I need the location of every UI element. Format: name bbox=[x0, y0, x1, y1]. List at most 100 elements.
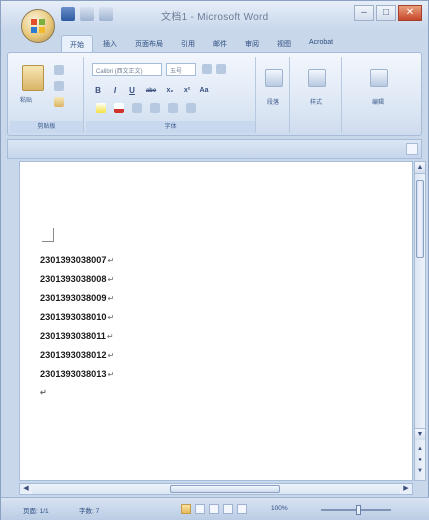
tab-view[interactable]: 视图 bbox=[269, 35, 299, 53]
strikethrough-button[interactable]: abe bbox=[143, 85, 159, 97]
minimize-button[interactable]: – bbox=[354, 5, 374, 21]
empty-paragraph-mark[interactable]: ↵ bbox=[40, 388, 114, 407]
document-text[interactable]: 2301393038007↵ 2301393038008↵ 2301393038… bbox=[40, 255, 114, 407]
document-page[interactable]: 2301393038007↵ 2301393038008↵ 2301393038… bbox=[19, 161, 413, 481]
highlight-icon[interactable] bbox=[96, 103, 106, 113]
font-group: Calibri (西文正文) 五号 B I U abe x₂ x² Aa 字体 bbox=[86, 57, 256, 133]
outline-view-icon[interactable] bbox=[223, 504, 233, 514]
select-browse-object-icon[interactable]: ● bbox=[416, 457, 424, 465]
scroll-left-icon[interactable]: ◀ bbox=[20, 484, 32, 494]
italic-button[interactable]: I bbox=[109, 85, 121, 97]
close-button[interactable]: ✕ bbox=[398, 5, 422, 21]
zoom-slider-knob[interactable] bbox=[356, 505, 361, 515]
previous-page-icon[interactable]: ▲ bbox=[416, 446, 424, 454]
editing-group: 编辑 bbox=[344, 57, 416, 133]
font-name-select[interactable]: Calibri (西文正文) bbox=[92, 63, 162, 76]
editing-label[interactable]: 编辑 bbox=[372, 97, 384, 106]
ribbon-tabs: 开始 插入 页面布局 引用 邮件 审阅 视图 Acrobat bbox=[61, 35, 341, 53]
office-button[interactable] bbox=[21, 9, 55, 43]
tab-home[interactable]: 开始 bbox=[61, 35, 93, 53]
clipboard-group: 粘贴 剪贴板 bbox=[10, 57, 84, 133]
vertical-scrollbar[interactable]: ▲ ▼ ▲ ● ▼ bbox=[414, 161, 426, 481]
styles-icon[interactable] bbox=[308, 69, 326, 87]
title-bar: 文档1 - Microsoft Word – □ ✕ bbox=[1, 1, 428, 29]
text-line[interactable]: 2301393038007↵ bbox=[40, 255, 114, 274]
tab-mailings[interactable]: 邮件 bbox=[205, 35, 235, 53]
paragraph-mark: ↵ bbox=[107, 275, 115, 284]
grow-font-icon[interactable] bbox=[202, 64, 212, 74]
text-line[interactable]: 2301393038011↵ bbox=[40, 331, 114, 350]
tab-references[interactable]: 引用 bbox=[173, 35, 203, 53]
format-buttons: B I U abe x₂ x² Aa bbox=[92, 85, 210, 97]
tab-page-layout[interactable]: 页面布局 bbox=[127, 35, 171, 53]
text-line[interactable]: 2301393038012↵ bbox=[40, 350, 114, 369]
web-layout-icon[interactable] bbox=[209, 504, 219, 514]
ruler-strip bbox=[7, 139, 422, 159]
vertical-scroll-thumb[interactable] bbox=[416, 180, 424, 258]
word-window: 文档1 - Microsoft Word – □ ✕ 开始 插入 页面布局 引用… bbox=[0, 0, 429, 520]
redo-icon[interactable] bbox=[99, 7, 113, 21]
text-line[interactable]: 2301393038009↵ bbox=[40, 293, 114, 312]
font-size-select[interactable]: 五号 bbox=[166, 63, 196, 76]
paragraph-label[interactable]: 段落 bbox=[267, 97, 279, 106]
office-logo-icon bbox=[31, 19, 45, 33]
tab-acrobat[interactable]: Acrobat bbox=[301, 35, 341, 53]
superscript-button[interactable]: x² bbox=[181, 85, 193, 97]
format-painter-icon[interactable] bbox=[54, 97, 64, 107]
paste-icon[interactable] bbox=[22, 65, 44, 91]
horizontal-scrollbar[interactable]: ◀ ▶ bbox=[19, 483, 413, 495]
tab-insert[interactable]: 插入 bbox=[95, 35, 125, 53]
full-screen-reading-icon[interactable] bbox=[195, 504, 205, 514]
shrink-font-icon[interactable] bbox=[216, 64, 226, 74]
paragraph-mark: ↵ bbox=[107, 256, 115, 265]
char-border-icon[interactable] bbox=[186, 103, 196, 113]
ribbon: 粘贴 剪贴板 Calibri (西文正文) 五号 B I U abe x₂ x²… bbox=[7, 52, 422, 136]
tab-review[interactable]: 审阅 bbox=[237, 35, 267, 53]
font-group-label: 字体 bbox=[86, 121, 255, 133]
window-controls: – □ ✕ bbox=[354, 5, 422, 21]
quick-access-toolbar bbox=[61, 7, 113, 21]
bold-button[interactable]: B bbox=[92, 85, 104, 97]
page-count[interactable]: 页面: 1/1 bbox=[23, 505, 49, 515]
undo-icon[interactable] bbox=[80, 7, 94, 21]
zoom-level[interactable]: 100% bbox=[271, 505, 288, 512]
enclose-char-icon[interactable] bbox=[150, 103, 160, 113]
styles-label[interactable]: 样式 bbox=[310, 97, 322, 106]
paragraph-mark: ↵ bbox=[106, 332, 114, 341]
word-count[interactable]: 字数: 7 bbox=[79, 505, 99, 515]
change-case-button[interactable]: Aa bbox=[198, 85, 210, 97]
text-line[interactable]: 2301393038008↵ bbox=[40, 274, 114, 293]
status-bar: 页面: 1/1 字数: 7 100% bbox=[1, 497, 429, 520]
text-line[interactable]: 2301393038013↵ bbox=[40, 369, 114, 388]
clipboard-group-label: 剪贴板 bbox=[10, 121, 83, 133]
editing-icon[interactable] bbox=[370, 69, 388, 87]
save-icon[interactable] bbox=[61, 7, 75, 21]
next-page-icon[interactable]: ▼ bbox=[416, 468, 424, 476]
char-shading-icon[interactable] bbox=[132, 103, 142, 113]
window-title: 文档1 - Microsoft Word bbox=[161, 12, 269, 23]
draft-view-icon[interactable] bbox=[237, 504, 247, 514]
subscript-button[interactable]: x₂ bbox=[164, 85, 176, 97]
styles-group: 样式 bbox=[292, 57, 342, 133]
paragraph-mark: ↵ bbox=[107, 370, 115, 379]
paragraph-mark: ↵ bbox=[107, 294, 115, 303]
paste-button[interactable]: 粘贴 bbox=[20, 95, 32, 104]
scroll-up-icon[interactable]: ▲ bbox=[415, 162, 425, 174]
paragraph-mark: ↵ bbox=[107, 313, 115, 322]
print-layout-icon[interactable] bbox=[181, 504, 191, 514]
maximize-button[interactable]: □ bbox=[376, 5, 396, 21]
horizontal-scroll-thumb[interactable] bbox=[170, 485, 280, 493]
cut-icon[interactable] bbox=[54, 65, 64, 75]
margin-corner-mark bbox=[42, 228, 54, 242]
phonetic-guide-icon[interactable] bbox=[168, 103, 178, 113]
paragraph-group: 段落 bbox=[258, 57, 290, 133]
underline-button[interactable]: U bbox=[126, 85, 138, 97]
paragraph-icon[interactable] bbox=[265, 69, 283, 87]
view-ruler-button[interactable] bbox=[406, 143, 418, 155]
font-color-icon[interactable] bbox=[114, 103, 124, 113]
text-line[interactable]: 2301393038010↵ bbox=[40, 312, 114, 331]
scroll-right-icon[interactable]: ▶ bbox=[400, 484, 412, 494]
paragraph-mark: ↵ bbox=[107, 351, 115, 360]
scroll-down-icon[interactable]: ▼ bbox=[415, 428, 425, 440]
copy-icon[interactable] bbox=[54, 81, 64, 91]
